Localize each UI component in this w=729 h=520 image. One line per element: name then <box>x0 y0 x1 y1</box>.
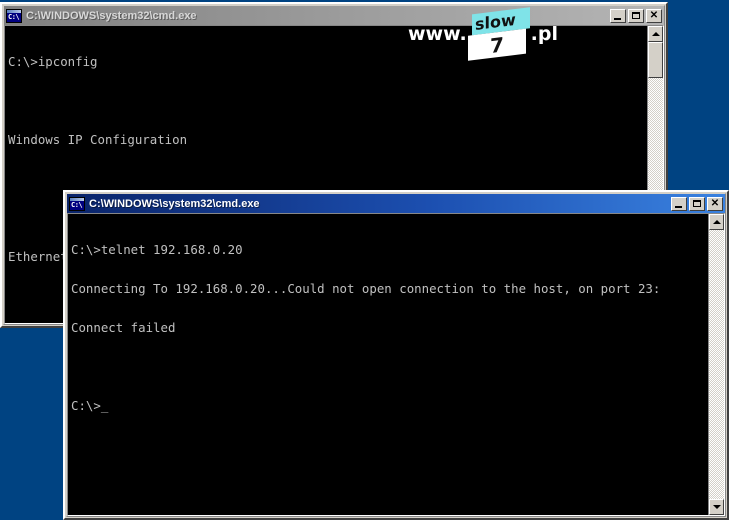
titlebar-ipconfig[interactable]: C:\ C:\WINDOWS\system32\cmd.exe ✕ <box>4 6 664 25</box>
window-title: C:\WINDOWS\system32\cmd.exe <box>26 9 197 22</box>
maximize-button[interactable] <box>689 196 705 211</box>
window-telnet[interactable]: C:\ C:\WINDOWS\system32\cmd.exe ✕ C:\>te… <box>63 190 729 520</box>
client-area-telnet: C:\>telnet 192.168.0.20 Connecting To 19… <box>67 213 725 516</box>
console-line: C:\>telnet 192.168.0.20 <box>71 242 243 257</box>
close-button[interactable]: ✕ <box>646 8 662 23</box>
console-line: C:\>ipconfig <box>8 54 98 69</box>
close-button[interactable]: ✕ <box>707 196 723 211</box>
console-output-telnet[interactable]: C:\>telnet 192.168.0.20 Connecting To 19… <box>68 214 708 515</box>
window-controls[interactable]: ✕ <box>671 196 723 211</box>
scroll-up-arrow-icon[interactable] <box>648 26 663 42</box>
titlebar-telnet[interactable]: C:\ C:\WINDOWS\system32\cmd.exe ✕ <box>67 194 725 213</box>
console-line: Connecting To 192.168.0.20...Could not o… <box>71 281 661 296</box>
scrollbar-thumb[interactable] <box>648 42 663 78</box>
scroll-down-arrow-icon[interactable] <box>709 499 724 515</box>
console-line: Connect failed <box>71 320 176 335</box>
cmd-icon[interactable]: C:\ <box>6 8 22 23</box>
maximize-button[interactable] <box>628 8 644 23</box>
cmd-icon[interactable]: C:\ <box>69 196 85 211</box>
minimize-button[interactable] <box>671 196 687 211</box>
console-line: C:\>_ <box>71 398 109 413</box>
scrollbar-track[interactable] <box>709 230 724 499</box>
window-controls[interactable]: ✕ <box>610 8 662 23</box>
vertical-scrollbar-telnet[interactable] <box>708 214 724 515</box>
scroll-up-arrow-icon[interactable] <box>709 214 724 230</box>
window-title: C:\WINDOWS\system32\cmd.exe <box>89 197 260 210</box>
console-line: Windows IP Configuration <box>8 132 188 147</box>
minimize-button[interactable] <box>610 8 626 23</box>
